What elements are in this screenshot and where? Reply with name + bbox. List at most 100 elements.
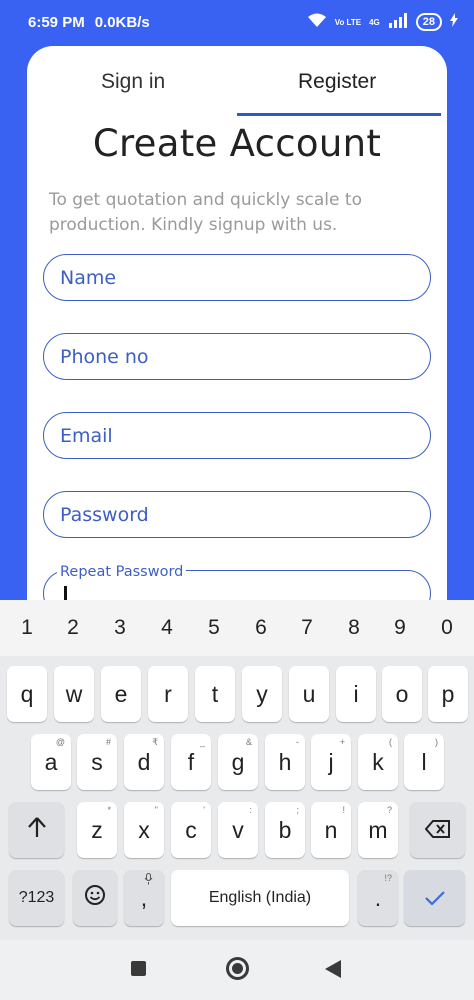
shift-arrow-icon: [27, 816, 47, 844]
key-6[interactable]: 6: [246, 616, 276, 640]
symbols-key[interactable]: ?123: [9, 870, 64, 926]
recent-apps-icon[interactable]: [131, 961, 146, 976]
key-m[interactable]: m?: [358, 802, 398, 858]
email-field[interactable]: Email: [43, 412, 431, 459]
key-c[interactable]: c ': [171, 802, 211, 858]
period-alt: !?: [384, 873, 392, 883]
network-type: 4G: [369, 17, 380, 27]
key-s[interactable]: s #: [77, 734, 117, 790]
charging-icon: [450, 13, 458, 31]
key-c-alt: ': [203, 805, 205, 815]
comma-label: ,: [140, 884, 148, 911]
checkmark-icon: [424, 885, 446, 912]
key-2[interactable]: 2: [58, 616, 88, 640]
key-y[interactable]: y: [242, 666, 282, 722]
key-a[interactable]: a @: [31, 734, 71, 790]
key-1[interactable]: 1: [12, 616, 42, 640]
volte-icon: Vo LTE: [334, 17, 362, 27]
key-s-alt: #: [105, 737, 111, 747]
key-r[interactable]: r: [148, 666, 188, 722]
key-b[interactable]: b;: [265, 802, 305, 858]
auth-tabs: Sign in Register: [27, 46, 447, 116]
key-g-alt: &: [245, 737, 252, 747]
key-j-alt: +: [339, 737, 345, 747]
shift-key[interactable]: [9, 802, 64, 858]
key-3[interactable]: 3: [105, 616, 135, 640]
status-speed: 0.0KB/s: [94, 13, 150, 31]
signal-icon: [388, 12, 408, 32]
status-bar: 6:59 PM 0.0KB/s Vo LTE 4G 28: [0, 0, 474, 44]
password-placeholder: Password: [60, 503, 149, 526]
phone-field[interactable]: Phone no: [43, 333, 431, 380]
status-time: 6:59 PM: [28, 13, 85, 31]
back-icon[interactable]: [325, 960, 341, 978]
wifi-icon: [307, 12, 327, 32]
name-field[interactable]: Name: [43, 254, 431, 301]
key-9[interactable]: 9: [385, 616, 415, 640]
comma-key[interactable]: ,: [124, 870, 164, 926]
key-j-label: j: [328, 748, 334, 775]
backspace-key[interactable]: [410, 802, 465, 858]
period-label: .: [374, 884, 382, 911]
number-row: 1 2 3 4 5 6 7 8 9 0: [0, 600, 474, 656]
key-v[interactable]: v:: [218, 802, 258, 858]
key-z[interactable]: z *: [77, 802, 117, 858]
page-title: Create Account: [92, 122, 382, 165]
mic-icon: [144, 873, 153, 887]
key-5[interactable]: 5: [199, 616, 229, 640]
tab-sign-in[interactable]: Sign in: [101, 70, 165, 94]
key-f[interactable]: f _: [171, 734, 211, 790]
key-a-alt: @: [55, 737, 65, 747]
key-k-alt: (: [389, 737, 392, 747]
emoji-key[interactable]: [73, 870, 117, 926]
key-x-label: x: [138, 816, 150, 843]
key-u[interactable]: u: [289, 666, 329, 722]
phone-placeholder: Phone no: [60, 345, 149, 368]
key-p[interactable]: p: [428, 666, 468, 722]
key-f-label: f: [187, 748, 195, 775]
home-icon[interactable]: [226, 957, 249, 980]
key-e[interactable]: e: [101, 666, 141, 722]
key-h-label: h: [278, 748, 292, 775]
key-n-label: n: [324, 816, 338, 843]
done-key[interactable]: [404, 870, 465, 926]
key-h[interactable]: h-: [265, 734, 305, 790]
key-t[interactable]: t: [195, 666, 235, 722]
key-x[interactable]: x ": [124, 802, 164, 858]
key-n[interactable]: n!: [311, 802, 351, 858]
key-m-label: m: [368, 816, 388, 843]
key-v-alt: :: [249, 805, 252, 815]
key-4[interactable]: 4: [152, 616, 182, 640]
key-x-alt: ": [154, 805, 158, 815]
key-b-label: b: [278, 816, 292, 843]
key-7[interactable]: 7: [292, 616, 322, 640]
key-d[interactable]: d ₹: [124, 734, 164, 790]
key-z-label: z: [91, 816, 103, 843]
key-k-label: k: [372, 748, 384, 775]
battery-indicator: 28: [415, 13, 442, 31]
emoji-icon: [84, 884, 106, 912]
key-8[interactable]: 8: [339, 616, 369, 640]
repeat-password-label: Repeat Password: [57, 564, 187, 580]
key-c-label: c: [185, 816, 197, 843]
key-d-alt: ₹: [152, 737, 158, 747]
key-l[interactable]: l): [404, 734, 444, 790]
key-s-label: s: [91, 748, 103, 775]
key-o[interactable]: o: [382, 666, 422, 722]
space-key[interactable]: English (India): [171, 870, 349, 926]
email-placeholder: Email: [60, 424, 113, 447]
key-j[interactable]: j +: [311, 734, 351, 790]
key-i[interactable]: i: [336, 666, 376, 722]
tab-register[interactable]: Register: [298, 70, 376, 94]
key-q[interactable]: q: [7, 666, 47, 722]
key-k[interactable]: k(: [358, 734, 398, 790]
key-0[interactable]: 0: [432, 616, 462, 640]
password-field[interactable]: Password: [43, 491, 431, 538]
key-m-alt: ?: [386, 805, 392, 815]
backspace-icon: [424, 817, 451, 844]
key-w[interactable]: w: [54, 666, 94, 722]
period-key[interactable]: . !?: [358, 870, 398, 926]
key-g[interactable]: g &: [218, 734, 258, 790]
key-l-alt: ): [435, 737, 438, 747]
key-v-label: v: [232, 816, 244, 843]
